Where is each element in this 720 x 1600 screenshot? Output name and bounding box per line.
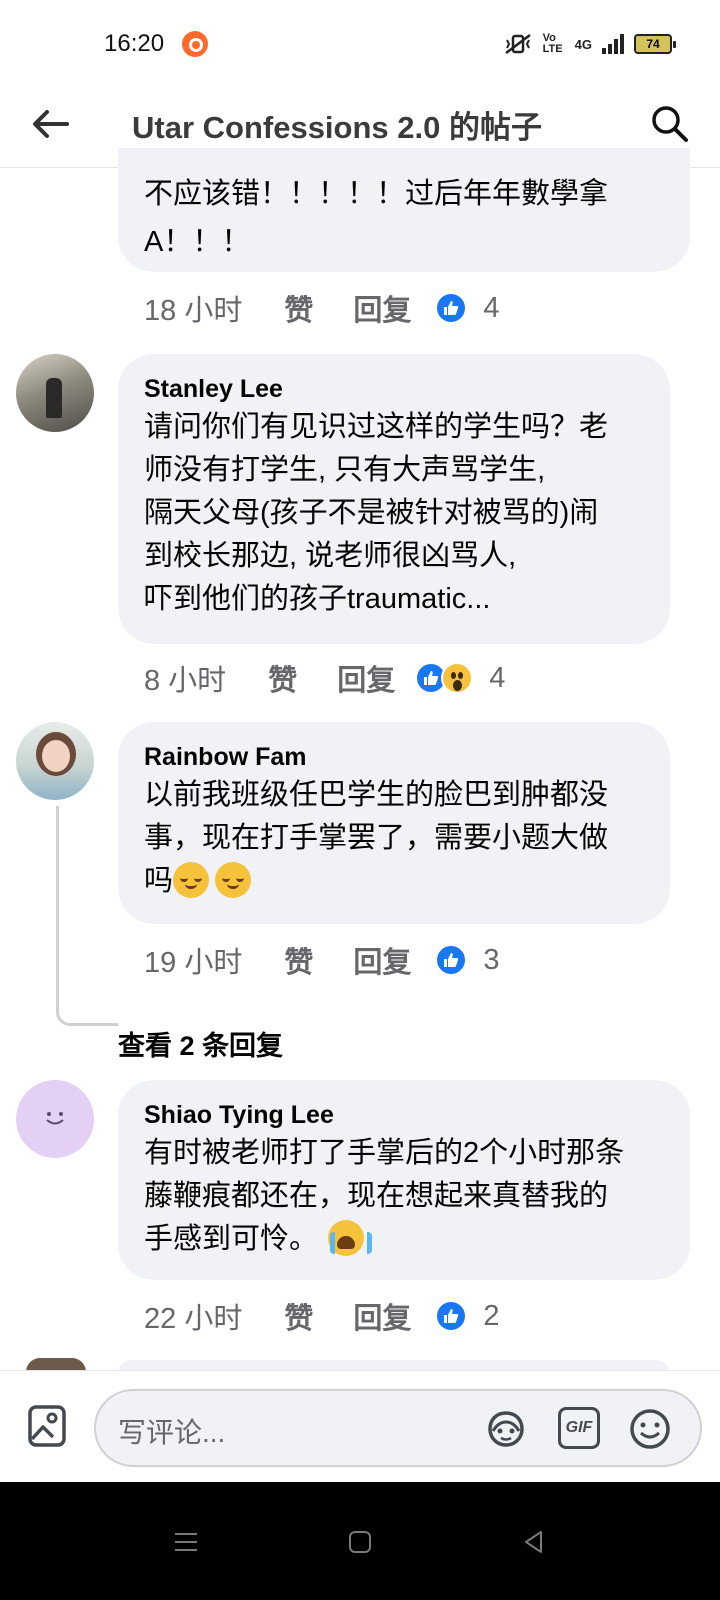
comment-bubble[interactable]: 不应该错！！！！！过后年年數學拿 A！！！: [118, 148, 690, 272]
comment-text: 事，现在打手掌罢了，需要小题大做: [144, 822, 609, 854]
comment-timestamp: 22 小时: [144, 1303, 243, 1335]
menu-icon: [175, 1533, 197, 1551]
avatar[interactable]: [16, 1080, 94, 1158]
comment-timestamp: 19 小时: [144, 947, 243, 979]
search-button[interactable]: [642, 96, 698, 152]
home-button[interactable]: [340, 1522, 380, 1562]
comment-text: 师没有打学生, 只有大声骂学生,: [144, 454, 546, 486]
gif-label: GIF: [565, 1419, 593, 1436]
volte-indicator: Vo LTE: [542, 32, 563, 55]
loudly-crying-face-icon: [328, 1220, 373, 1256]
avatar[interactable]: [16, 722, 94, 800]
vibrate-off-icon: [504, 34, 531, 54]
relieved-face-icon: [173, 862, 210, 898]
system-back-button[interactable]: [514, 1522, 554, 1562]
search-icon: [652, 106, 688, 142]
comment-text: 到校长那边, 说老师很凶骂人,: [144, 540, 517, 572]
reaction-count: 2: [483, 1299, 500, 1332]
menu-button[interactable]: [166, 1522, 206, 1562]
emoji-icon[interactable]: [628, 1407, 672, 1451]
like-reaction-icon: [435, 292, 468, 324]
comment-meta: 8 小时 赞 回复 4: [144, 656, 505, 700]
comment-timestamp: 8 小时: [144, 665, 227, 697]
wow-reaction-icon: [441, 662, 474, 694]
reply-button[interactable]: 回复: [353, 939, 411, 981]
comment-author[interactable]: Stanley Lee: [144, 372, 642, 406]
reaction-summary[interactable]: 3: [435, 943, 500, 977]
status-indicators: Vo LTE 4G 74: [503, 30, 676, 58]
comment-text: 请问你们有见识过这样的学生吗？老: [144, 411, 609, 443]
comment-text: 手感到可怜。: [144, 1223, 319, 1255]
comment-author[interactable]: Shiao Tying Lee: [144, 1098, 662, 1132]
reply-thread-line: [56, 806, 118, 1026]
comment-meta: 18 小时 赞 回复 4: [144, 286, 500, 330]
avatar[interactable]: [16, 354, 94, 432]
comment-input[interactable]: 写评论... GIF: [94, 1389, 702, 1467]
gif-icon[interactable]: GIF: [558, 1407, 600, 1449]
comment-input-placeholder: 写评论...: [118, 1417, 226, 1448]
system-nav-bar: [0, 1482, 720, 1600]
back-button[interactable]: [22, 96, 78, 152]
comment-timestamp: 18 小时: [144, 295, 243, 327]
relieved-face-icon: [215, 862, 252, 898]
reply-button[interactable]: 回复: [353, 1295, 411, 1337]
back-triangle-icon: [525, 1531, 542, 1553]
page-title: Utar Confessions 2.0 的帖子: [132, 110, 542, 145]
comment-text: 有时被老师打了手掌后的2个小时那条: [144, 1137, 625, 1169]
comment-text-last-line: 吗: [144, 860, 642, 903]
comment-text: 藤鞭痕都还在，现在想起来真替我的: [144, 1180, 609, 1212]
screen-recorder-icon: [182, 31, 208, 57]
comment-text: 吗: [144, 865, 174, 897]
comment-bubble[interactable]: Rainbow Fam 以前我班级任巴学生的脸巴到肿都没 事，现在打手掌罢了，需…: [118, 722, 670, 924]
like-reaction-icon: [435, 1300, 468, 1332]
reaction-summary[interactable]: 4: [435, 291, 500, 325]
photo-icon[interactable]: [26, 1403, 72, 1449]
network-type: 4G: [574, 36, 592, 52]
comment-text: 隔天父母(孩子不是被针对被骂的)闹: [144, 497, 599, 529]
like-button[interactable]: 赞: [284, 287, 313, 329]
view-replies-link[interactable]: 查看 2 条回复: [118, 1028, 283, 1064]
default-avatar-smile-icon: [46, 1112, 64, 1125]
reaction-count: 4: [483, 291, 500, 324]
reply-button[interactable]: 回复: [337, 657, 395, 699]
comment-text: 吓到他们的孩子traumatic...: [144, 583, 491, 615]
battery-level: 74: [646, 37, 660, 51]
comment-meta: 22 小时 赞 回复 2: [144, 1294, 500, 1338]
reply-button[interactable]: 回复: [353, 287, 411, 329]
like-button[interactable]: 赞: [268, 657, 297, 699]
signal-strength-icon: [602, 34, 624, 54]
status-bar: 16:20 Vo LTE 4G 74: [0, 0, 720, 90]
reaction-summary[interactable]: 2: [435, 1299, 500, 1333]
comment-text-last-line: 手感到可怜。: [144, 1218, 662, 1261]
comment-author[interactable]: Rainbow Fam: [144, 740, 642, 774]
comment-meta: 19 小时 赞 回复 3: [144, 938, 500, 982]
arrow-left-icon: [33, 110, 69, 138]
reaction-count: 3: [483, 943, 500, 976]
comment-bubble[interactable]: Stanley Lee 请问你们有见识过这样的学生吗？老 师没有打学生, 只有大…: [118, 354, 670, 644]
avatar-sticker-icon[interactable]: [484, 1407, 528, 1451]
like-reaction-icon: [435, 944, 468, 976]
reaction-summary[interactable]: 4: [415, 662, 505, 695]
comment-text: 不应该错！！！！！过后年年數學拿: [144, 178, 609, 210]
like-button[interactable]: 赞: [284, 939, 313, 981]
comment-composer: 写评论... GIF: [0, 1370, 720, 1482]
reaction-count: 4: [489, 661, 506, 694]
status-time: 16:20: [104, 30, 165, 57]
like-button[interactable]: 赞: [284, 1295, 313, 1337]
home-square-icon: [349, 1531, 371, 1553]
comment-bubble[interactable]: Shiao Tying Lee 有时被老师打了手掌后的2个小时那条 藤鞭痕都还在…: [118, 1080, 690, 1280]
comment-text: 以前我班级任巴学生的脸巴到肿都没: [144, 779, 609, 811]
comment-text: A！！！: [144, 226, 251, 258]
battery-icon: 74: [634, 34, 676, 54]
